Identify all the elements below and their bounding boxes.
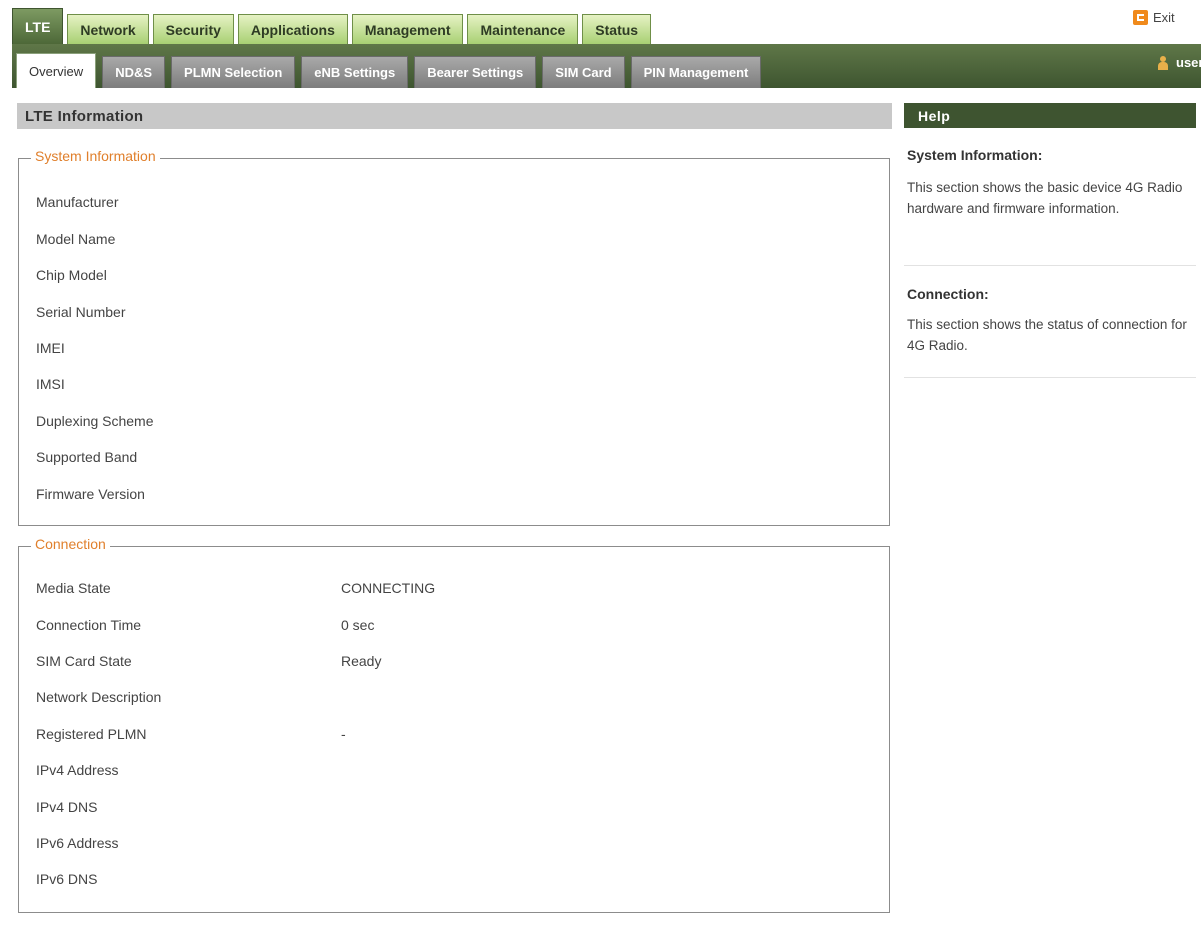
tab-management[interactable]: Management <box>351 14 464 44</box>
sub-tab-bar: Overview ND&S PLMN Selection eNB Setting… <box>16 53 767 88</box>
supported-band-label: Supported Band <box>36 449 138 465</box>
connection-legend: Connection <box>31 536 110 552</box>
ipv4-address-label: IPv4 Address <box>36 762 119 778</box>
firmware-version-label: Firmware Version <box>36 486 145 502</box>
exit-link[interactable]: Exit <box>1133 10 1175 25</box>
sim-card-state-value: Ready <box>341 653 382 669</box>
registered-plmn-value: - <box>341 726 346 742</box>
tab-status[interactable]: Status <box>582 14 652 44</box>
ipv6-address-label: IPv6 Address <box>36 835 119 851</box>
exit-label: Exit <box>1153 10 1175 25</box>
help-connection-title: Connection: <box>907 286 989 302</box>
ipv6-dns-label: IPv6 DNS <box>36 871 98 887</box>
tab-security[interactable]: Security <box>152 14 234 44</box>
system-information-legend: System Information <box>31 148 160 164</box>
subtab-plmn-selection[interactable]: PLMN Selection <box>171 56 296 88</box>
help-divider <box>904 377 1196 378</box>
sim-card-state-label: SIM Card State <box>36 653 132 669</box>
help-divider <box>904 265 1196 266</box>
network-description-label: Network Description <box>36 689 162 705</box>
help-header: Help <box>904 103 1196 128</box>
subtab-sim-card[interactable]: SIM Card <box>542 56 625 88</box>
imsi-label: IMSI <box>36 376 65 392</box>
user-menu[interactable]: user <box>1158 55 1201 70</box>
help-connection-text: This section shows the status of connect… <box>907 317 1187 353</box>
user-label: user <box>1176 55 1201 70</box>
connection-group: Connection Media State CONNECTING Connec… <box>18 536 890 913</box>
imei-label: IMEI <box>36 340 65 356</box>
chip-model-label: Chip Model <box>36 267 107 283</box>
manufacturer-label: Manufacturer <box>36 194 119 210</box>
system-information-group: System Information Manufacturer Model Na… <box>18 148 890 526</box>
media-state-label: Media State <box>36 580 111 596</box>
top-tab-bar: LTE Network Security Applications Manage… <box>12 8 655 44</box>
subtab-nds[interactable]: ND&S <box>102 56 166 88</box>
connection-time-label: Connection Time <box>36 617 142 633</box>
connection-time-value: 0 sec <box>341 617 375 633</box>
help-system-information-title: System Information: <box>907 147 1043 163</box>
ipv4-dns-label: IPv4 DNS <box>36 799 98 815</box>
subtab-pin-management[interactable]: PIN Management <box>630 56 762 88</box>
tab-applications[interactable]: Applications <box>237 14 348 44</box>
registered-plmn-label: Registered PLMN <box>36 726 147 742</box>
exit-icon <box>1133 10 1148 25</box>
tab-lte[interactable]: LTE <box>12 8 64 44</box>
page-title: LTE Information <box>17 103 892 129</box>
subtab-overview[interactable]: Overview <box>16 53 97 88</box>
subtab-enb-settings[interactable]: eNB Settings <box>301 56 409 88</box>
duplexing-scheme-label: Duplexing Scheme <box>36 413 154 429</box>
model-name-label: Model Name <box>36 231 116 247</box>
tab-maintenance[interactable]: Maintenance <box>467 14 579 44</box>
subtab-bearer-settings[interactable]: Bearer Settings <box>414 56 537 88</box>
serial-number-label: Serial Number <box>36 304 126 320</box>
user-icon <box>1158 55 1168 70</box>
tab-network[interactable]: Network <box>67 14 149 44</box>
media-state-value: CONNECTING <box>341 580 436 596</box>
help-system-information-text: This section shows the basic device 4G R… <box>907 180 1183 216</box>
